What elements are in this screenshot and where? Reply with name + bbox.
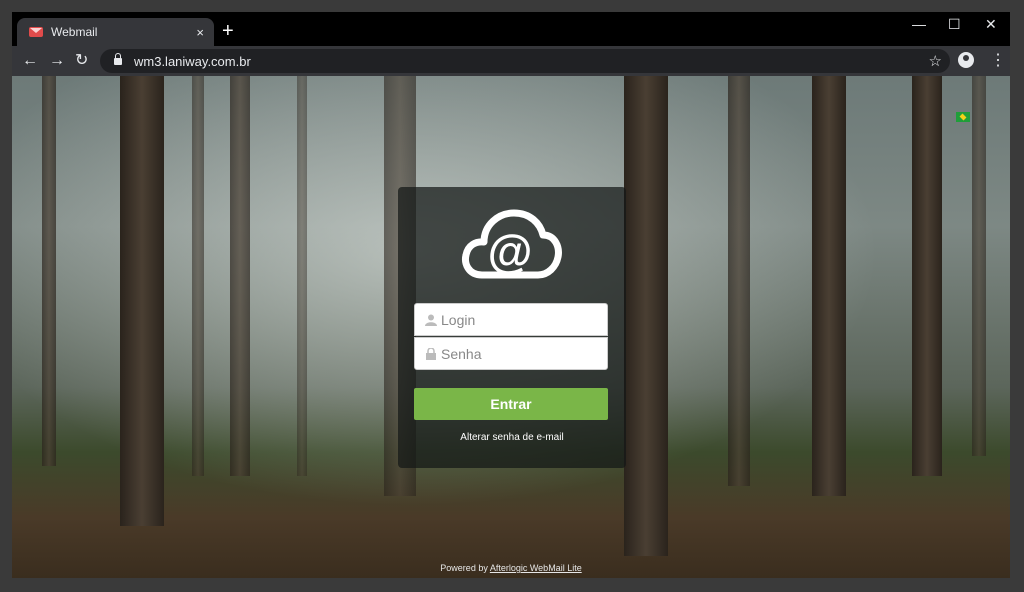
tab-webmail[interactable]: Webmail × <box>17 18 214 46</box>
cloud-at-logo: @ <box>462 209 562 279</box>
tree-trunk <box>972 76 986 456</box>
browser-toolbar: ← → ↻ wm3.laniway.com.br ☆ ⋮ <box>12 46 1010 76</box>
minimize-button[interactable]: — <box>912 16 926 32</box>
tab-close-icon[interactable]: × <box>196 25 204 40</box>
login-field[interactable]: Login <box>414 303 608 336</box>
browser-menu-button[interactable]: ⋮ <box>990 51 1006 71</box>
password-field[interactable]: Senha <box>414 337 608 370</box>
close-window-button[interactable]: ✕ <box>985 16 997 33</box>
lock-icon <box>114 52 122 65</box>
address-bar[interactable]: wm3.laniway.com.br ☆ <box>100 49 950 73</box>
password-placeholder: Senha <box>441 345 482 362</box>
tab-title: Webmail <box>51 25 98 39</box>
login-panel: @ Login Senha Entrar Alterar senha de e-… <box>398 187 626 468</box>
tree-trunk <box>42 76 56 466</box>
brazil-flag-icon[interactable] <box>956 112 970 122</box>
tree-trunk <box>912 76 942 476</box>
profile-avatar-icon[interactable] <box>958 52 974 68</box>
forward-button[interactable]: → <box>49 51 65 71</box>
tree-trunk <box>624 76 668 556</box>
browser-window: Webmail × + — ☐ ✕ ← → ↻ wm3.laniway.com.… <box>12 12 1010 578</box>
tree-trunk <box>812 76 846 496</box>
login-placeholder: Login <box>441 311 476 328</box>
tree-trunk <box>728 76 750 486</box>
lock-icon <box>426 347 436 360</box>
tree-trunk <box>192 76 204 476</box>
tree-trunk <box>230 76 250 476</box>
afterlogic-link[interactable]: Afterlogic WebMail Lite <box>490 563 582 573</box>
user-icon <box>425 314 437 326</box>
mail-icon <box>29 27 43 37</box>
new-tab-button[interactable]: + <box>222 20 234 42</box>
url-text[interactable]: wm3.laniway.com.br <box>134 54 929 69</box>
entrar-button[interactable]: Entrar <box>414 388 608 420</box>
footer-prefix: Powered by <box>440 563 490 573</box>
maximize-button[interactable]: ☐ <box>948 16 961 33</box>
reload-button[interactable]: ↻ <box>75 51 88 71</box>
webmail-page: @ Login Senha Entrar Alterar senha de e-… <box>12 76 1010 578</box>
footer: Powered by Afterlogic WebMail Lite <box>12 563 1010 573</box>
change-password-link[interactable]: Alterar senha de e-mail <box>398 432 626 443</box>
title-bar: Webmail × + — ☐ ✕ <box>12 12 1010 46</box>
svg-text:@: @ <box>488 225 533 277</box>
back-button[interactable]: ← <box>22 51 38 71</box>
tree-trunk <box>120 76 164 526</box>
tree-trunk <box>297 76 307 476</box>
bookmark-star-icon[interactable]: ☆ <box>929 52 942 70</box>
